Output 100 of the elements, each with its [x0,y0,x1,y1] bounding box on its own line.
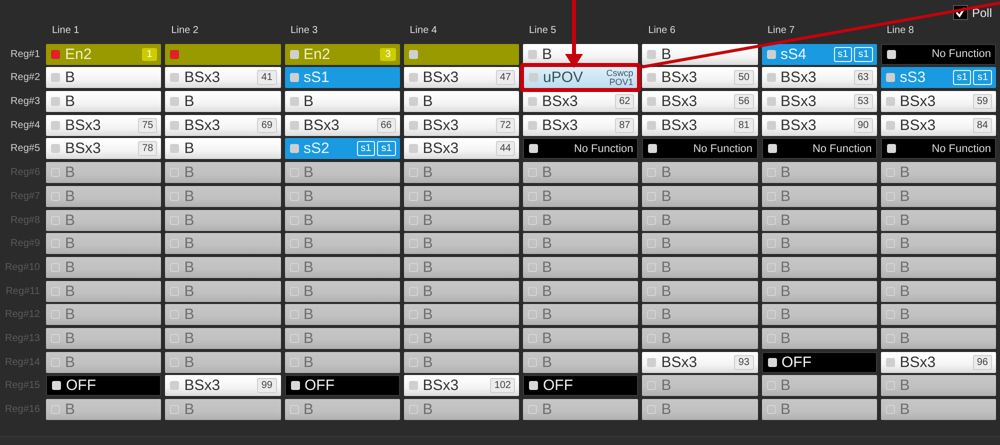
off-slot[interactable]: No Function [880,138,996,160]
slot-label: B [65,164,76,182]
poll-checkbox[interactable]: Poll [952,5,992,20]
register-slot[interactable]: En2 1 [46,44,162,65]
slot-label: B [542,401,554,418]
indicator-icon [886,168,895,178]
indicator-icon [886,216,895,224]
slot-label: B [542,46,554,63]
register-slot[interactable]: uPOV Cswcp POV1 [524,67,638,88]
register-slot[interactable]: BSx3 69 [165,114,280,136]
indicator-icon [170,358,180,367]
register-slot[interactable]: B [46,91,162,112]
indicator-icon [528,286,537,296]
count-badge: 41 [257,70,276,86]
register-slot[interactable]: BSx3 44 [404,138,519,160]
register-slot[interactable]: BSx3 75 [46,114,162,136]
slot-label: B [542,330,554,347]
indicator-icon [647,97,656,106]
register-slot[interactable]: sS4 s1 s1 [762,44,877,65]
register-slot[interactable]: BSx3 56 [642,91,758,112]
register-slot[interactable]: B [165,91,280,112]
register-slot[interactable]: BSx3 72 [404,114,519,136]
indicator-icon [528,310,537,320]
indicator-icon [886,239,895,248]
slot-label: B [422,306,434,324]
indicator-icon [886,73,895,82]
register-slot[interactable]: BSx3 53 [762,91,877,112]
slot-label: B [661,212,672,228]
register-slot[interactable]: sS2 s1 s1 [284,138,400,160]
register-slot[interactable]: BSx3 63 [762,67,877,88]
slot-label: B [184,330,196,347]
register-slot[interactable]: BSx3 99 [165,375,280,396]
register-slot[interactable]: BSx3 84 [880,114,996,136]
slot-label: uPOV [543,69,584,86]
register-slot[interactable]: BSx3 102 [404,375,519,396]
register-slot[interactable]: B [284,91,400,112]
slot-label: B [184,235,196,252]
off-slot[interactable]: No Function [880,44,996,65]
slot-label: B [422,354,434,371]
slot-label: B [780,377,792,394]
register-slot[interactable]: BSx3 50 [642,67,758,88]
register-slot[interactable]: BSx3 47 [404,67,519,88]
off-slot[interactable]: No Function [762,138,877,160]
off-slot[interactable]: No Function [523,138,638,160]
indicator-icon [886,310,895,320]
off-slot[interactable]: OFF [284,375,400,396]
slot-label: B [661,377,672,394]
slot-label: BSx3 [304,116,340,134]
indicator-icon [886,144,896,154]
register-slot[interactable]: BSx3 90 [762,114,877,136]
register-slot[interactable]: B [404,91,519,112]
register-slot[interactable]: B [46,67,162,88]
indicator-icon [647,286,656,296]
register-slot[interactable]: BSx3 59 [880,91,996,112]
indicator-icon [290,120,298,130]
slot-label: B [422,93,434,110]
off-slot[interactable]: No Function [642,138,758,160]
indicator-icon [886,262,895,272]
indicator-icon [528,97,537,106]
register-slot[interactable]: BSx3 87 [523,114,638,136]
indicator-icon [51,334,60,343]
register-slot[interactable]: sS3 s1 s1 [880,67,996,88]
slot-label: BSx3 [65,140,102,158]
indicator-icon [647,120,656,130]
register-slot[interactable]: BSx3 62 [523,91,638,112]
column-header: Line 7 [766,25,795,36]
slot-label: B [304,401,315,418]
register-slot[interactable]: BSx3 41 [165,67,280,88]
register-slot[interactable]: BSx3 93 [642,352,758,373]
register-slot[interactable] [404,44,519,65]
slot-label: B [184,258,196,276]
register-slot[interactable]: BSx3 81 [642,114,758,136]
indicator-icon [647,262,656,272]
register-slot[interactable]: sS1 [284,67,400,88]
slot-label: B [900,377,911,394]
indicator-icon [647,239,656,248]
register-slot[interactable]: BSx3 96 [880,352,996,373]
register-slot[interactable] [165,44,280,65]
slot-label: BSx3 [661,354,698,371]
count-badge: 78 [138,141,158,156]
slot-label: B [780,164,792,182]
count-badge: s1 [834,46,852,62]
register-slot[interactable]: B [165,138,280,160]
indicator-icon [290,334,298,343]
indicator-icon [290,168,298,178]
indicator-icon [766,50,776,59]
slot-label: BSx3 [542,116,579,134]
off-slot[interactable]: OFF [46,375,162,396]
off-slot[interactable]: OFF [523,375,638,396]
indicator-icon [766,216,776,224]
slot-label: B [661,188,672,205]
count-badge: 63 [854,70,873,86]
slot-label: B [661,235,672,252]
register-slot[interactable]: En2 3 [284,44,400,65]
off-slot[interactable]: OFF [762,352,877,373]
indicator-icon [647,73,656,82]
indicator-icon [170,286,180,296]
register-slot[interactable]: BSx3 78 [46,138,162,160]
indicator-icon [768,144,776,154]
register-slot[interactable]: BSx3 66 [284,114,400,136]
